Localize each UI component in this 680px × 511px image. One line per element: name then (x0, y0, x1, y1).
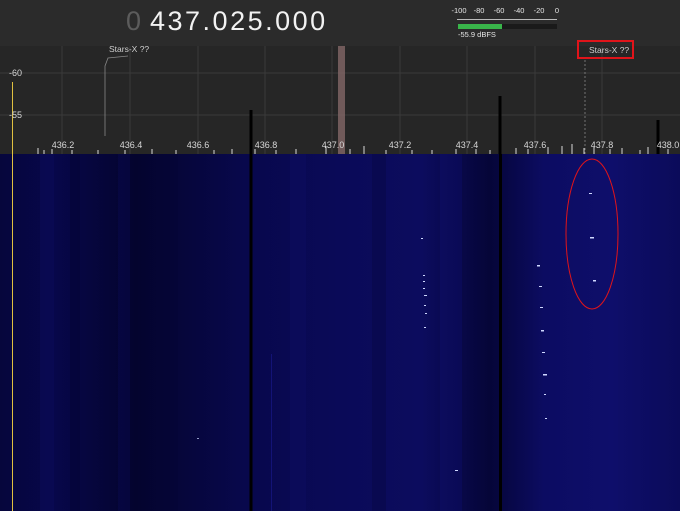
meter-scale-label: -60 (493, 6, 505, 15)
x-axis-label: 437.2 (388, 140, 412, 150)
meter-scale-label: -80 (473, 6, 485, 15)
frequency-display[interactable]: 437.025.000 (150, 6, 328, 37)
waterfall-display[interactable] (0, 154, 680, 511)
spectrum-plot[interactable]: -60 -55 436.2 436.4 436.6 436.8 437.0 43… (0, 44, 680, 154)
frequency-leading-digit[interactable]: 0 (126, 6, 143, 37)
satellite-marker-line (104, 55, 129, 136)
meter-scale-label: -100 (451, 6, 467, 15)
meter-bar (458, 24, 557, 29)
signal-level-meter: -100 -80 -60 -40 -20 0 -55.9 dBFS (451, 6, 560, 40)
y-axis-label: -60 (9, 68, 23, 78)
x-axis-label: 436.8 (254, 140, 278, 150)
x-axis-label: 437.6 (523, 140, 547, 150)
waterfall-graphics (0, 154, 680, 511)
y-axis-label: -55 (9, 110, 23, 120)
meter-scale-label: -40 (513, 6, 525, 15)
x-axis-label: 436.2 (51, 140, 75, 150)
x-axis-label: 436.4 (119, 140, 143, 150)
x-axis-label: 436.6 (186, 140, 210, 150)
x-axis-label: 437.4 (455, 140, 479, 150)
meter-scale: -100 -80 -60 -40 -20 0 (451, 6, 560, 20)
spectrum-graphics (0, 46, 680, 154)
x-axis-label: 437.0 (321, 140, 345, 150)
meter-scale-label: 0 (554, 6, 560, 15)
x-axis-label: 437.8 (590, 140, 614, 150)
satellite-label[interactable]: Stars-X ?? (109, 44, 149, 54)
x-axis-label: 438.0 (656, 140, 680, 150)
center-frequency-marker[interactable] (338, 46, 345, 154)
meter-fill (458, 24, 502, 29)
annotation-box (577, 40, 634, 59)
meter-readout: -55.9 dBFS (458, 30, 496, 39)
meter-axis (457, 19, 557, 20)
meter-scale-label: -20 (533, 6, 545, 15)
